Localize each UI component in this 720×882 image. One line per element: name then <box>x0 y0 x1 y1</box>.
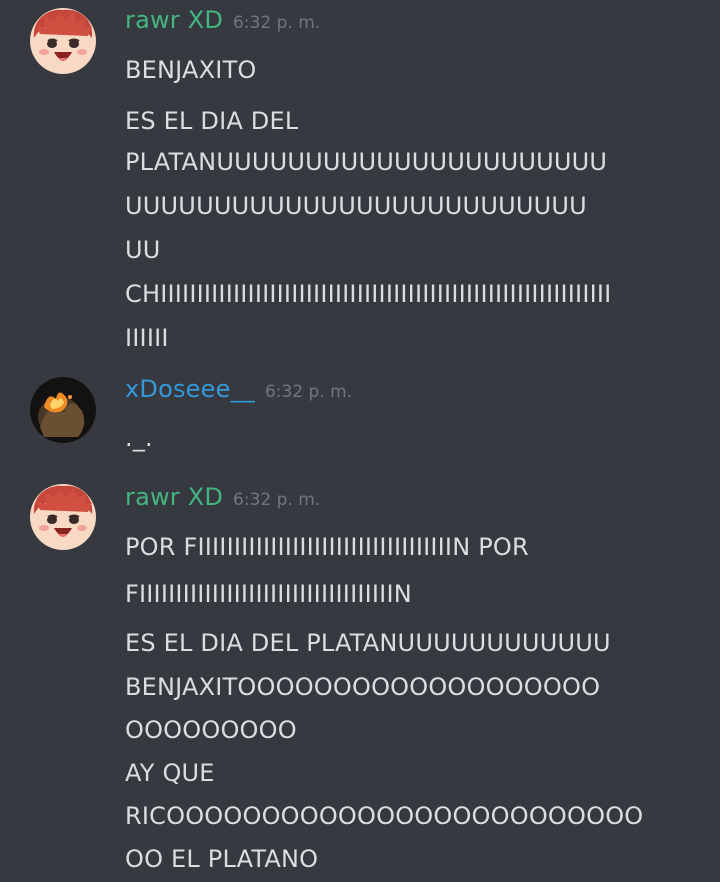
username[interactable]: xDoseee__ <box>125 375 255 403</box>
message-text: UUUUUUUUUUUUUUUUUUUUUUUUUU <box>125 192 587 220</box>
message-text: BENJAXITOOOOOOOOOOOOOOOOOOO <box>125 673 601 701</box>
message-timestamp: 6:32 p. m. <box>264 382 353 402</box>
anime-boy-avatar-icon <box>30 8 96 74</box>
user-avatar[interactable] <box>30 484 96 550</box>
message-timestamp: 6:32 p. m. <box>233 490 321 510</box>
user-avatar[interactable] <box>30 377 96 443</box>
message-text: ES EL DIA DEL PLATANUUUUUUUUUUUU <box>125 629 611 657</box>
message-text: BENJAXITO <box>125 56 257 84</box>
message-text: UU <box>125 236 161 264</box>
fire-photo-avatar-icon <box>30 377 96 443</box>
message-text: RICOOOOOOOOOOOOOOOOOOOOOOOOO <box>125 802 644 830</box>
anime-boy-avatar-icon <box>30 484 96 550</box>
user-avatar[interactable] <box>30 8 96 74</box>
message-text: CHIIIIIIIIIIIIIIIIIIIIIIIIIIIIIIIIIIIIII… <box>125 280 612 308</box>
message-text: ._. <box>125 424 153 452</box>
username[interactable]: rawr XD <box>125 6 223 34</box>
message-timestamp: 6:32 p. m. <box>233 13 321 33</box>
message-text: IIIIII <box>125 324 169 352</box>
message-text: AY QUE <box>125 759 215 787</box>
message-text: OOOOOOOOO <box>125 716 297 744</box>
username[interactable]: rawr XD <box>125 483 223 511</box>
message-text: ES EL DIA DEL <box>125 107 299 135</box>
message-text: OO EL PLATANO <box>125 845 319 873</box>
message-text: PLATANUUUUUUUUUUUUUUUUUUUUUU <box>125 148 608 176</box>
message-text: FIIIIIIIIIIIIIIIIIIIIIIIIIIIIIIIIIIIN <box>125 580 412 608</box>
message-text: POR FIIIIIIIIIIIIIIIIIIIIIIIIIIIIIIIIIII… <box>125 533 529 561</box>
